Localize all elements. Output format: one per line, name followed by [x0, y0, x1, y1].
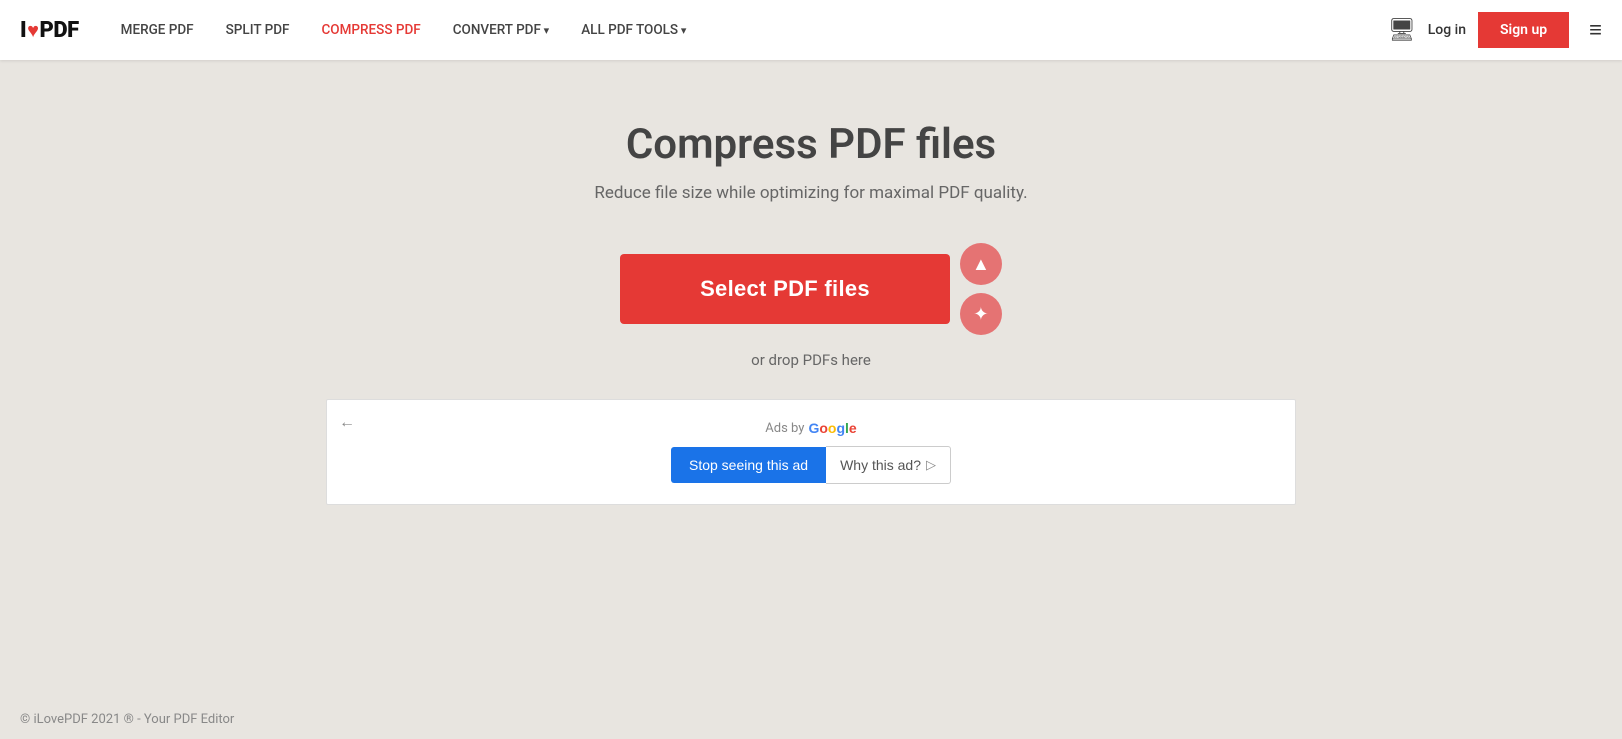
nav-merge-pdf[interactable]: MERGE PDF: [109, 14, 206, 46]
nav-convert-pdf[interactable]: CONVERT PDF: [441, 14, 561, 46]
google-label: Google: [808, 420, 856, 436]
ad-buttons: Stop seeing this ad Why this ad? ▷: [671, 446, 951, 484]
dropbox-button[interactable]: ✦: [960, 293, 1002, 335]
select-pdf-button[interactable]: Select PDF files: [620, 254, 950, 324]
why-ad-label: Why this ad?: [840, 457, 921, 473]
why-this-ad-button[interactable]: Why this ad? ▷: [826, 446, 951, 484]
nav-links: MERGE PDF SPLIT PDF COMPRESS PDF CONVERT…: [109, 14, 1388, 46]
why-ad-icon: ▷: [926, 457, 936, 473]
footer-text: © iLovePDF 2021 ® - Your PDF Editor: [20, 712, 234, 727]
desktop-icon[interactable]: 🖥: [1388, 18, 1416, 43]
hamburger-icon[interactable]: ≡: [1589, 17, 1602, 43]
page-title: Compress PDF files: [626, 120, 996, 169]
nav-all-pdf-tools[interactable]: ALL PDF TOOLS: [569, 14, 698, 46]
logo-pdf: PDF: [40, 18, 79, 43]
logo[interactable]: I♥PDF: [20, 18, 79, 43]
cloud-buttons: ▲ ✦: [960, 243, 1002, 335]
dropbox-icon: ✦: [973, 304, 988, 325]
google-drive-icon: ▲: [972, 254, 990, 275]
ad-container: ← Ads by Google Stop seeing this ad Why …: [326, 399, 1296, 505]
nav-compress-pdf[interactable]: COMPRESS PDF: [309, 14, 432, 46]
main-content: Compress PDF files Reduce file size whil…: [0, 60, 1622, 545]
google-drive-button[interactable]: ▲: [960, 243, 1002, 285]
ad-back-arrow[interactable]: ←: [339, 412, 355, 432]
drop-text: or drop PDFs here: [751, 351, 871, 369]
navbar: I♥PDF MERGE PDF SPLIT PDF COMPRESS PDF C…: [0, 0, 1622, 60]
page-subtitle: Reduce file size while optimizing for ma…: [594, 183, 1027, 203]
ads-by-label: Ads by: [765, 421, 804, 436]
logo-i: I: [20, 18, 26, 43]
login-link[interactable]: Log in: [1428, 22, 1466, 38]
logo-heart: ♥: [27, 18, 38, 43]
upload-row: Select PDF files ▲ ✦: [620, 243, 1002, 335]
footer: © iLovePDF 2021 ® - Your PDF Editor: [0, 700, 1622, 739]
stop-seeing-ad-button[interactable]: Stop seeing this ad: [671, 447, 826, 483]
signup-button[interactable]: Sign up: [1478, 12, 1569, 48]
ads-by-google: Ads by Google: [765, 420, 856, 436]
nav-right: 🖥 Log in Sign up ≡: [1388, 12, 1602, 48]
nav-split-pdf[interactable]: SPLIT PDF: [214, 14, 302, 46]
